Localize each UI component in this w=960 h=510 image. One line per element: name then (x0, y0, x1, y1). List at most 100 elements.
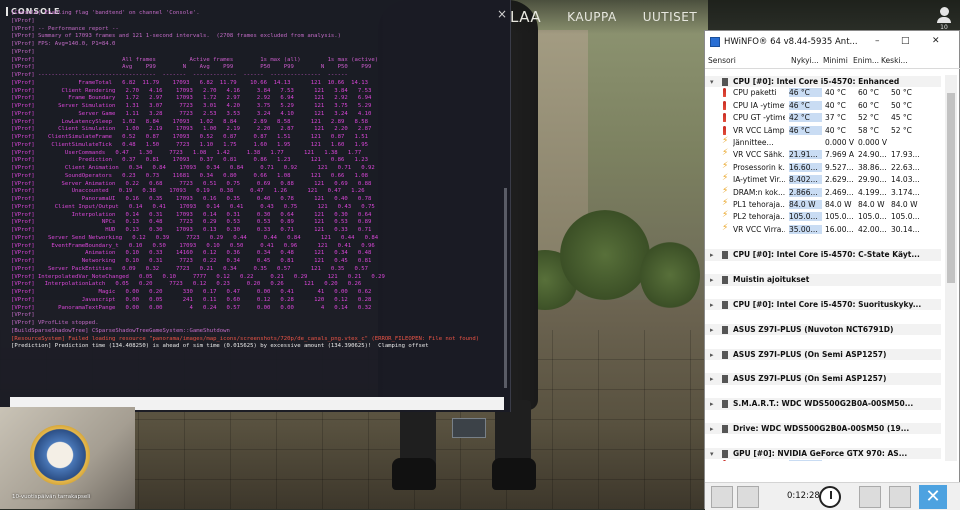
sensor-row[interactable]: ⚡ PL1 tehoraja... 84.0 W 84.0 W 84.0 W 84.0 W (705, 198, 941, 211)
console-line: [VProf] Server Game 1.11 3.28 7723 2.53 … (11, 110, 372, 117)
chevron-right-icon[interactable]: ▸ (710, 326, 714, 334)
lightning-icon: ⚡ (722, 148, 729, 159)
console-window[interactable]: CONSOLE × [Console] Enabling flag 'bandt… (0, 0, 511, 412)
sensor-current: 21.91... (789, 150, 822, 160)
sensor-row[interactable]: VR VCC Lämp... 46 °C40 °C 58 °C 52 °C (705, 125, 941, 137)
sensor-group[interactable]: ▸ CPU [#0]: Intel Core i5-4570: C-State K… (705, 248, 941, 261)
sensor-current: 84.0 W (789, 199, 822, 209)
minimize-button[interactable]: – (875, 36, 880, 46)
console-line: [VProf] Unaccounted 0.19 0.38 17093 0.19… (11, 188, 365, 195)
console-line: [VProf] Frame Boundary 1.72 2.97 17093 1… (11, 95, 372, 102)
sensor-group-label: CPU [#0]: Intel Core i5-4570: Enhanced (733, 77, 900, 86)
lightning-icon: ⚡ (722, 135, 729, 146)
sensor-name: VR VCC Lämp... (733, 125, 785, 135)
sensor-group-label: GPU [#0]: NVIDIA GeForce GTX 970: AS... (733, 448, 908, 458)
close-button[interactable]: ✕ (932, 36, 940, 46)
chevron-right-icon[interactable]: ▸ (710, 251, 714, 259)
sensor-average: 84.0 W (891, 199, 918, 209)
sensor-current: 46 °C (789, 100, 822, 110)
col-sensor[interactable]: Sensori (708, 56, 736, 65)
chevron-right-icon[interactable]: ▸ (710, 400, 714, 408)
sensor-name: CPU paketti (733, 88, 777, 98)
clock-icon[interactable] (819, 486, 841, 508)
nav-forward-button[interactable] (737, 486, 759, 508)
chip-icon (722, 301, 728, 310)
sensor-group-label: S.M.A.R.T.: WDC WDS500G2B0A-00SM50... (733, 399, 914, 409)
sensor-name: PL2 tehoraja... (733, 212, 785, 222)
sensor-row[interactable]: ⚡ PL2 tehoraja... 105.0... 105.0... 105.0...… (705, 210, 941, 223)
sensor-group-label: ASUS Z97I-PLUS (On Semi ASP1257) (733, 349, 887, 359)
sensor-group[interactable]: ▸ CPU [#0]: Intel Core i5-4570: Suoritusk… (705, 298, 941, 311)
sensor-maximum: 4.199... (858, 187, 887, 197)
chip-icon (722, 350, 728, 359)
profile-icon-body (937, 17, 951, 23)
sensor-group[interactable]: ▾ GPU [#0]: NVIDIA GeForce GTX 970: AS... (705, 446, 941, 460)
chevron-right-icon[interactable]: ▸ (710, 301, 714, 309)
sensor-row[interactable]: GPU:n lämpö... 62.0 °C43.9 °C66.6 °C57.5 … (705, 459, 941, 461)
sensor-current: 46 °C (789, 125, 822, 135)
sensor-average: 57.5 °C (891, 460, 924, 461)
character-boot (392, 458, 436, 490)
chevron-right-icon[interactable]: ▸ (710, 425, 714, 433)
sensor-average: 22.63... (891, 162, 920, 172)
sensor-group-label: CPU [#0]: Intel Core i5-4570: Suoritusky… (733, 300, 922, 310)
hwinfo-titlebar[interactable]: HWiNFO® 64 v8.44-5935 Ant... (705, 31, 959, 53)
sensor-row[interactable]: ⚡ VR VCC Virra... 35.00... 16.00... 42.00...… (705, 223, 941, 236)
hwinfo-toolbar: 0:12:28 ✕ (705, 482, 960, 510)
sensor-row[interactable]: ⚡ VR VCC Sähk... 21.91... 7.969 A 24.90... 17… (705, 148, 941, 161)
chevron-right-icon[interactable]: ▸ (710, 375, 714, 383)
sensor-row[interactable]: ⚡ Prosessorin k... 16.60... 9.527... 38.86..… (705, 161, 941, 174)
sensor-row[interactable]: ⚡ IA-ytimet Vir... 8.402... 2.629... 29.90..… (705, 173, 941, 186)
sensor-group[interactable]: ▸ ASUS Z97I-PLUS (On Semi ASP1257) (705, 372, 941, 385)
sticker-capsule-image (30, 425, 90, 485)
sensor-name: CPU IA -ytimet (733, 100, 785, 110)
chevron-right-icon[interactable]: ▸ (710, 276, 714, 284)
sensor-group[interactable]: ▸ ASUS Z97I-PLUS (Nuvoton NCT6791D) (705, 322, 941, 336)
sensor-row[interactable]: CPU IA -ytimet 46 °C 40 °C 60 °C 50 °C (705, 100, 941, 112)
sensor-group[interactable]: ▸ Muistin ajoitukset (705, 273, 941, 286)
sensor-minimum: 105.0... (825, 212, 854, 222)
sensor-minimum: 40 °C (825, 125, 846, 135)
col-average[interactable]: Keski... (881, 56, 908, 65)
chip-icon (722, 276, 728, 285)
console-line: [VProf] EventFrameBoundary_t 0.10 0.50 1… (11, 242, 375, 249)
nav-news[interactable]: UUTISET (643, 10, 697, 24)
col-current[interactable]: Nykyi... (791, 56, 819, 65)
report-button[interactable] (859, 486, 881, 508)
settings-button[interactable] (889, 486, 911, 508)
console-scrollbar[interactable] (504, 188, 507, 388)
sensor-group[interactable]: ▾ CPU [#0]: Intel Core i5-4570: Enhanced (705, 75, 941, 88)
sensor-name: IA-ytimet Vir... (733, 175, 785, 185)
col-minimum[interactable]: Minimi (823, 56, 848, 65)
hwinfo-window[interactable]: HWiNFO® 64 v8.44-5935 Ant... – □ ✕ Senso… (704, 30, 960, 510)
console-line: [BuildSparseShadowTree] CSparseShadowTre… (11, 327, 230, 334)
nav-play[interactable]: LAA (510, 8, 541, 26)
sensor-minimum: 2.629... (825, 175, 854, 185)
hwinfo-scrollbar[interactable] (945, 75, 957, 461)
sensor-row[interactable]: ⚡ DRAM:n kok... 2.866... 2.469... 4.199... 3.… (705, 186, 941, 199)
close-sensors-button[interactable]: ✕ (919, 485, 947, 509)
nav-back-button[interactable] (711, 486, 733, 508)
sensor-row[interactable]: ⚡ Jännittee... 0.000 V 0.000 V (705, 135, 941, 149)
sensor-group[interactable]: ▸ ASUS Z97I-PLUS (On Semi ASP1257) (705, 347, 941, 360)
maximize-button[interactable]: □ (901, 36, 910, 46)
sensor-group[interactable]: ▸ Drive: WDC WDS500G2B0A-00SM50 (19... (705, 421, 941, 435)
chevron-down-icon[interactable]: ▾ (710, 78, 714, 86)
chip-icon (722, 400, 728, 409)
sensor-current: 2.866... (789, 187, 822, 197)
chevron-right-icon[interactable]: ▸ (710, 351, 714, 359)
sensor-row[interactable]: CPU GT -ytimet... 42 °C37 °C 52 °C 45 °C (705, 112, 941, 124)
nav-store[interactable]: KAUPPA (567, 10, 617, 24)
sensor-group[interactable]: ▸ S.M.A.R.T.: WDC WDS500G2B0A-00SM50... (705, 397, 941, 410)
sensor-row[interactable]: CPU paketti 46 °C 40 °C 60 °C 50 °C (705, 87, 941, 99)
elapsed-timer: 0:12:28 (787, 491, 820, 501)
col-maximum[interactable]: Enim... (853, 56, 879, 65)
sensor-group-label: Muistin ajoitukset (733, 275, 810, 285)
chevron-down-icon[interactable]: ▾ (710, 450, 714, 458)
scroll-thumb[interactable] (947, 93, 955, 283)
